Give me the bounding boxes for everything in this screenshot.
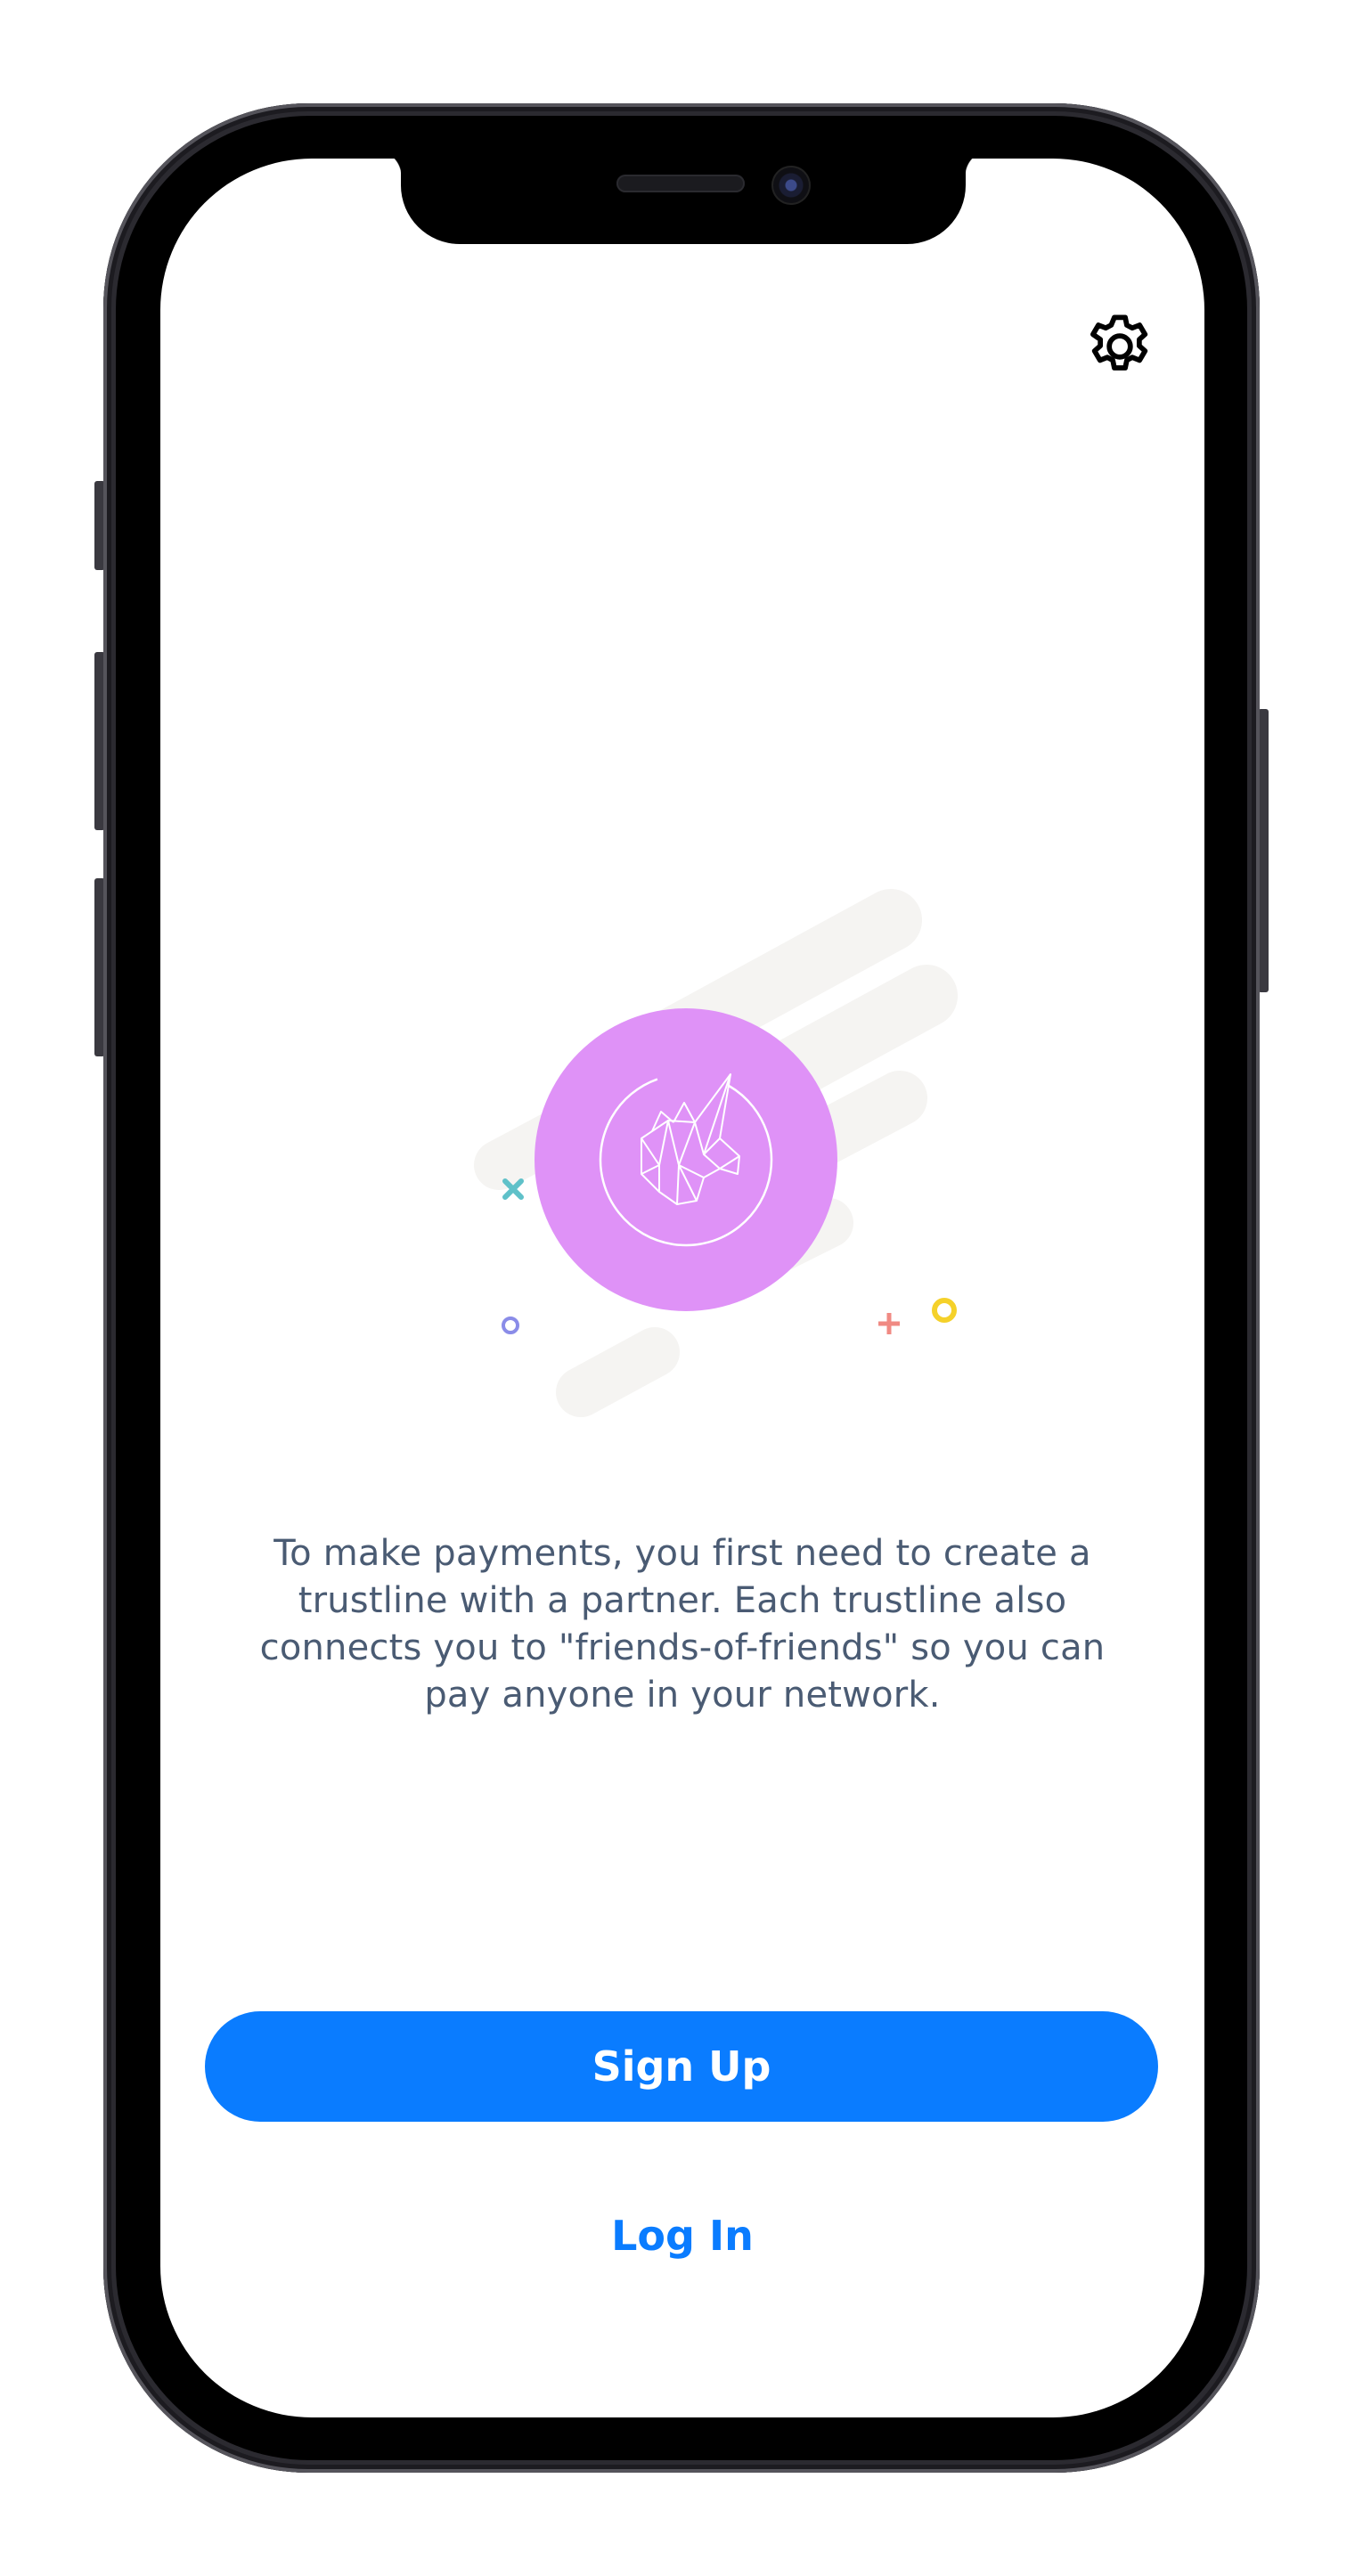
notch	[375, 159, 992, 244]
unicorn-icon	[535, 1008, 837, 1311]
front-camera	[771, 166, 811, 205]
app-screen: To make payments, you first need to crea…	[160, 159, 1204, 2417]
gear-icon[interactable]	[1081, 308, 1158, 385]
log-in-button[interactable]: Log In	[504, 2200, 861, 2271]
speaker-grille	[616, 175, 745, 192]
sign-up-button[interactable]: Sign Up	[205, 2011, 1158, 2122]
hero-illustration	[474, 889, 958, 1417]
onboarding-message: To make payments, you first need to crea…	[259, 1533, 1106, 1716]
